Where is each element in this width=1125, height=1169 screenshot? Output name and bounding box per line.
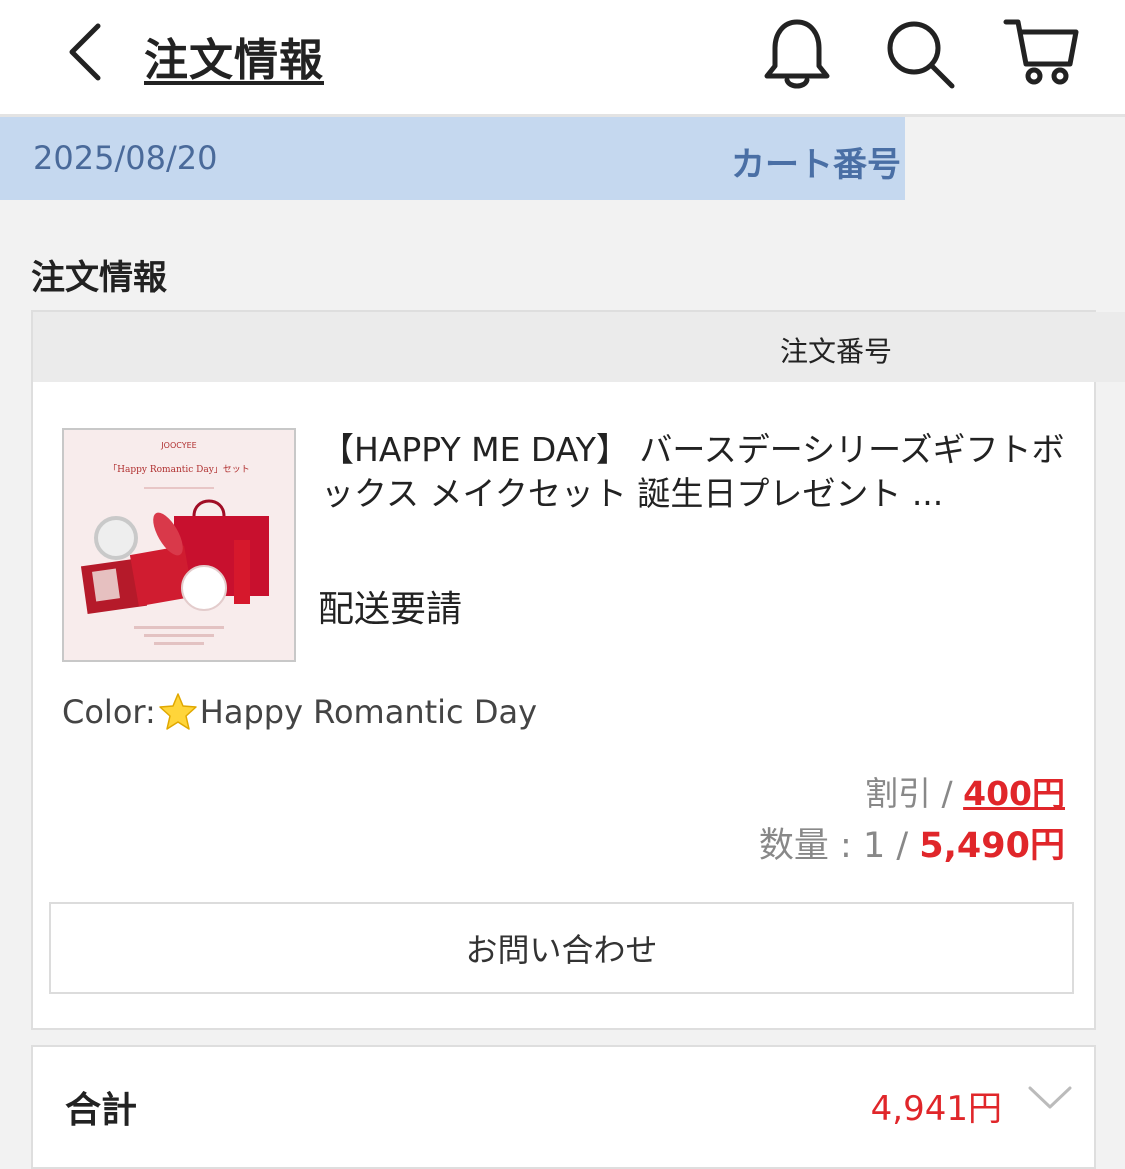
- bell-icon: [764, 19, 830, 89]
- total-value: 4,941円: [870, 1089, 1002, 1129]
- chevron-left-icon: [69, 23, 101, 81]
- order-card: 注文番号 JOOCYEE 「Happy Romantic Day」セット 【HA…: [31, 310, 1125, 1030]
- order-number-label: 注文番号: [780, 335, 893, 368]
- color-value: Happy Romantic Day: [199, 693, 537, 731]
- search-button[interactable]: [880, 14, 960, 94]
- back-button[interactable]: [62, 20, 112, 84]
- cart-number-label: カート番号: [731, 145, 901, 185]
- quantity-label: 数量 : 1 /: [758, 826, 920, 866]
- star-icon: [159, 693, 197, 730]
- total-label: 合計: [65, 1090, 138, 1131]
- delivery-status: 配送要請: [318, 589, 463, 630]
- product-thumbnail[interactable]: JOOCYEE 「Happy Romantic Day」セット: [62, 428, 296, 662]
- item-price: 5,490円: [919, 826, 1065, 866]
- chevron-down-icon[interactable]: [1028, 1085, 1072, 1111]
- notification-button[interactable]: [757, 14, 837, 94]
- search-icon: [887, 21, 955, 89]
- thumbnail-caption: 「Happy Romantic Day」セット: [108, 464, 250, 475]
- total-row[interactable]: 合計 4,941円: [31, 1045, 1096, 1169]
- cart-button[interactable]: [1002, 14, 1082, 94]
- product-image: JOOCYEE 「Happy Romantic Day」セット: [64, 430, 294, 660]
- discount-label: 割引 /: [865, 774, 964, 813]
- product-title[interactable]: 【HAPPY ME DAY】 バースデーシリーズギフトボックス メイクセット 誕…: [321, 428, 1066, 516]
- quantity-price-line: 数量 : 1 / 5,490円: [759, 817, 1065, 868]
- order-date-bar: 2025/08/20 カート番号: [0, 117, 905, 200]
- color-prefix: Color:: [62, 693, 156, 731]
- color-option: Color: Happy Romantic Day: [62, 692, 537, 732]
- page-title: 注文情報: [144, 35, 324, 86]
- discount-line: 割引 / 400円: [865, 767, 1065, 815]
- thumbnail-brand: JOOCYEE: [160, 441, 196, 450]
- inquiry-button[interactable]: お問い合わせ: [49, 902, 1074, 994]
- order-number-bar: 注文番号: [33, 312, 1125, 382]
- app-header: 注文情報: [0, 0, 1125, 117]
- order-date: 2025/08/20: [33, 139, 218, 177]
- cart-icon: [1003, 19, 1079, 85]
- discount-value[interactable]: 400円: [963, 774, 1065, 813]
- section-title: 注文情報: [31, 258, 167, 298]
